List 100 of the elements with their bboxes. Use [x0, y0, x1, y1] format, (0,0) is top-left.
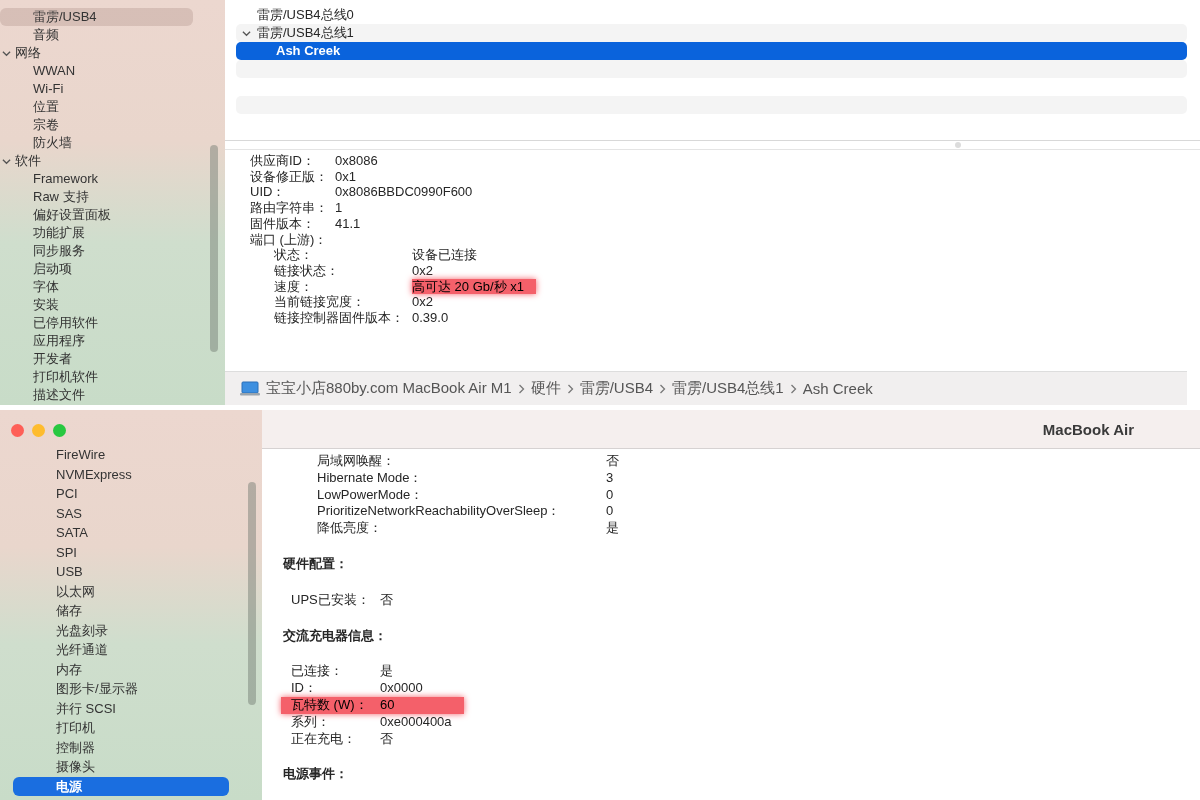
sidebar-group[interactable]: 网络: [15, 44, 41, 62]
field-label: 链接状态：: [274, 262, 340, 279]
zoom-button[interactable]: [53, 424, 66, 437]
sidebar-item[interactable]: Raw 支持: [0, 188, 193, 206]
sidebar-item[interactable]: 应用程序: [0, 332, 193, 350]
field-label: 设备修正版：: [250, 168, 329, 185]
field-label: LowPowerMode：: [317, 486, 425, 504]
field-value: 60: [380, 696, 395, 714]
path-segment[interactable]: 硬件: [530, 379, 561, 398]
path-segment[interactable]: Ash Creek: [802, 380, 873, 397]
tree-row[interactable]: 雷雳/USB4总线0: [236, 6, 1187, 24]
sidebar-item[interactable]: SATA: [13, 523, 229, 543]
sidebar-item[interactable]: PCI: [13, 484, 229, 504]
splitter-handle[interactable]: [954, 142, 961, 148]
tree-label: Ash Creek: [275, 42, 341, 60]
close-button[interactable]: [11, 424, 24, 437]
section-heading: 硬件配置：: [283, 556, 348, 573]
field-label: 供应商ID：: [250, 153, 316, 169]
field-value: 否: [380, 591, 393, 609]
sidebar-item[interactable]: 打印机: [13, 718, 229, 738]
sidebar-item[interactable]: Wi-Fi: [0, 80, 193, 98]
sidebar-item[interactable]: WWAN: [0, 62, 193, 80]
sidebar-item[interactable]: 光纤通道: [13, 640, 229, 660]
section-heading: 交流充电器信息：: [283, 627, 387, 645]
field-label: ID：: [291, 680, 318, 697]
chevron-right-icon: [517, 383, 525, 394]
field-label: 速度：: [274, 278, 314, 295]
field-label: 局域网唤醒：: [317, 453, 396, 470]
sidebar-item[interactable]: 以太网: [13, 581, 229, 601]
field-label: 正在充电：: [291, 730, 357, 748]
field-label: 链接控制器固件版本：: [274, 310, 405, 326]
sidebar-item[interactable]: FireWire: [13, 445, 229, 465]
path-segment[interactable]: 雷雳/USB4总线1: [672, 379, 784, 398]
sidebar-item[interactable]: 功能扩展: [0, 224, 193, 242]
field-value: 是: [606, 520, 619, 537]
sidebar-item[interactable]: 宗卷: [0, 116, 193, 134]
field-value: 0x2: [412, 294, 433, 311]
chevron-right-icon: [659, 383, 666, 394]
chevron-down-icon[interactable]: [242, 28, 251, 38]
field-label: 当前链接宽度：: [274, 294, 366, 311]
sidebar-item[interactable]: 储存: [13, 601, 229, 621]
sidebar-item[interactable]: 描述文件: [0, 386, 193, 404]
sidebar-item[interactable]: 电源: [13, 776, 229, 796]
field-value: 0x8086BBDC0990F600: [335, 184, 473, 201]
sidebar-item[interactable]: 内存: [13, 659, 229, 679]
field-label: UPS已安装：: [291, 591, 371, 609]
sidebar-item[interactable]: 安装: [0, 296, 193, 314]
field-value: 0x0000: [380, 680, 423, 697]
sidebar-item[interactable]: USB: [13, 562, 229, 582]
chevron-right-icon: [566, 383, 574, 394]
field-value: 设备已连接: [412, 247, 477, 263]
field-label: 降低亮度：: [317, 520, 383, 537]
minimize-button[interactable]: [32, 424, 45, 437]
field-label: 已连接：: [291, 663, 344, 681]
sidebar-item[interactable]: SPI: [13, 542, 229, 562]
field-value: 0: [606, 486, 614, 504]
chevron-down-icon[interactable]: [2, 48, 11, 58]
sidebar-item[interactable]: 位置: [0, 98, 193, 116]
sidebar-item[interactable]: 字体: [0, 278, 193, 296]
sidebar-item[interactable]: 光盘刻录: [13, 620, 229, 640]
field-label: 系列：: [291, 713, 331, 731]
field-value: 0xe000400a: [380, 713, 452, 731]
field-value: 0x1: [335, 168, 356, 185]
sidebar-item[interactable]: 打印机软件: [0, 368, 193, 386]
field-label: 端口 (上游)：: [250, 231, 329, 248]
sidebar-item[interactable]: 同步服务: [0, 242, 193, 260]
sidebar-item[interactable]: SAS: [13, 503, 229, 523]
field-value: 1: [335, 200, 343, 216]
sidebar-item[interactable]: Framework: [0, 170, 193, 188]
sidebar-item[interactable]: 偏好设置面板: [0, 206, 193, 224]
sidebar-item[interactable]: 图形卡/显示器: [13, 679, 229, 699]
chevron-right-icon: [789, 383, 797, 394]
highlighted-value: 高可达 20 Gb/秒 x1: [412, 278, 536, 295]
path-segment[interactable]: 雷雳/USB4: [579, 379, 653, 398]
chevron-down-icon[interactable]: [2, 156, 11, 166]
sidebar-item[interactable]: NVMExpress: [13, 464, 229, 484]
scrollbar[interactable]: [248, 482, 256, 705]
scrollbar[interactable]: [210, 145, 218, 352]
path-segment[interactable]: 宝宝小店880by.com MacBook Air M1: [266, 379, 512, 398]
sidebar-item[interactable]: 音频: [0, 26, 193, 44]
field-value: 3: [606, 469, 614, 487]
sidebar-item[interactable]: 已停用软件: [0, 314, 193, 332]
tree-label: 雷雳/USB4总线0: [256, 6, 354, 24]
laptop-icon: [240, 381, 260, 396]
field-value: 是: [380, 663, 393, 681]
sidebar-item[interactable]: 摄像头: [13, 757, 229, 777]
tree-row[interactable]: Ash Creek: [236, 42, 1187, 60]
sidebar-item[interactable]: 雷雳/USB4: [0, 8, 193, 26]
field-label: 状态：: [274, 247, 314, 263]
sidebar-item[interactable]: 开发者: [0, 350, 193, 368]
field-label: 路由字符串：: [250, 200, 329, 216]
field-label: 瓦特数 (W)：: [291, 696, 369, 714]
sidebar-item[interactable]: 启动项: [0, 260, 193, 278]
sidebar-group[interactable]: 软件: [15, 152, 41, 170]
section-heading: 电源事件：: [283, 766, 348, 784]
tree-label: 雷雳/USB4总线1: [256, 24, 354, 42]
sidebar-item[interactable]: 防火墙: [0, 134, 193, 152]
tree-row[interactable]: 雷雳/USB4总线1: [236, 24, 1187, 42]
sidebar-item[interactable]: 控制器: [13, 737, 229, 757]
sidebar-item[interactable]: 并行 SCSI: [13, 698, 229, 718]
